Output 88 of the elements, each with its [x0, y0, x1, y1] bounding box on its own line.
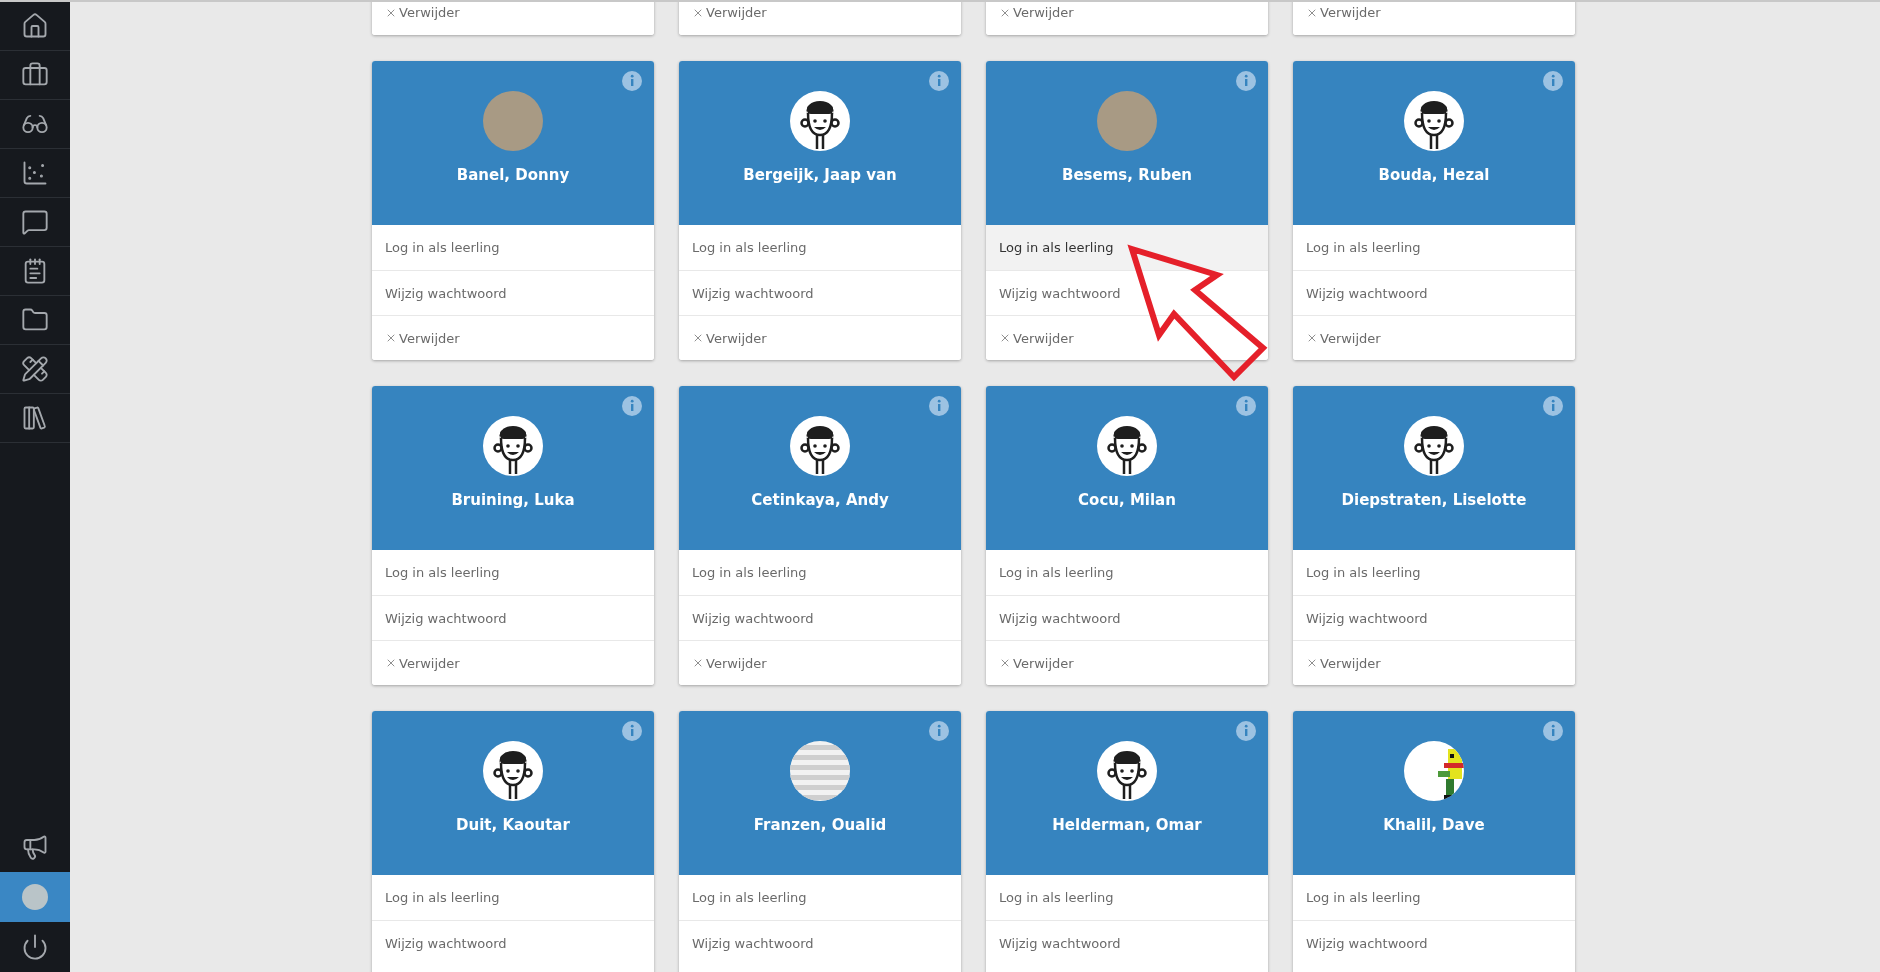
remove-link[interactable]: Verwijder: [1293, 315, 1575, 360]
info-icon[interactable]: [1236, 71, 1256, 91]
action-link[interactable]: Log in als leerling: [1293, 875, 1575, 920]
info-icon[interactable]: [1236, 396, 1256, 416]
action-link[interactable]: Wijzig wachtwoord: [986, 595, 1268, 640]
student-name: Bergeijk, Jaap van: [743, 166, 897, 184]
cartoon-avatar: [1097, 741, 1157, 801]
remove-link[interactable]: Verwijder: [372, 640, 654, 685]
close-icon: [999, 657, 1011, 669]
cartoon-avatar: [790, 91, 850, 151]
remove-link[interactable]: Verwijder: [679, 2, 961, 35]
info-icon[interactable]: [622, 396, 642, 416]
action-link[interactable]: Wijzig wachtwoord: [679, 595, 961, 640]
action-link[interactable]: Wijzig wachtwoord: [986, 920, 1268, 965]
close-icon: [692, 657, 704, 669]
action-link[interactable]: Log in als leerling: [372, 875, 654, 920]
info-icon[interactable]: [1236, 721, 1256, 741]
action-link[interactable]: Log in als leerling: [679, 550, 961, 595]
close-icon: [1306, 657, 1318, 669]
remove-link[interactable]: Verwijder: [372, 2, 654, 35]
cartoon-avatar: [790, 416, 850, 476]
action-link[interactable]: Wijzig wachtwoord: [986, 270, 1268, 315]
remove-link[interactable]: Verwijder: [1293, 640, 1575, 685]
megaphone-icon: [21, 833, 49, 861]
info-icon[interactable]: [622, 721, 642, 741]
action-link[interactable]: Log in als leerling: [986, 550, 1268, 595]
remove-link[interactable]: Verwijder: [986, 640, 1268, 685]
remove-link[interactable]: Verwijder: [986, 2, 1268, 35]
pencil-ruler-icon: [21, 355, 49, 383]
close-icon: [999, 332, 1011, 344]
action-link[interactable]: Wijzig wachtwoord: [679, 920, 961, 965]
remove-link[interactable]: Verwijder: [679, 315, 961, 360]
info-icon[interactable]: [929, 71, 949, 91]
scatter-chart-icon: [21, 159, 49, 187]
photo-placeholder: [1097, 91, 1157, 151]
cartoon-avatar: [483, 416, 543, 476]
student-name: Diepstraten, Liselotte: [1341, 491, 1527, 509]
student-name: Cetinkaya, Andy: [751, 491, 889, 509]
close-icon: [385, 332, 397, 344]
action-link[interactable]: Log in als leerling: [679, 875, 961, 920]
remove-link[interactable]: Verwijder: [679, 640, 961, 685]
action-link[interactable]: Log in als leerling: [1293, 550, 1575, 595]
striped-avatar: [790, 741, 850, 801]
action-link[interactable]: Log in als leerling: [1293, 225, 1575, 270]
action-link[interactable]: Wijzig wachtwoord: [1293, 595, 1575, 640]
photo-placeholder: [483, 91, 543, 151]
close-icon: [692, 332, 704, 344]
student-name: Helderman, Omar: [1052, 816, 1202, 834]
close-icon: [385, 657, 397, 669]
action-link[interactable]: Wijzig wachtwoord: [1293, 920, 1575, 965]
cartoon-avatar: [1404, 416, 1464, 476]
avatar-placeholder: [22, 884, 48, 910]
action-link[interactable]: Wijzig wachtwoord: [372, 920, 654, 965]
action-link[interactable]: Wijzig wachtwoord: [679, 270, 961, 315]
info-icon[interactable]: [1543, 396, 1563, 416]
close-icon: [1306, 332, 1318, 344]
cartoon-avatar: [483, 741, 543, 801]
student-name: Duit, Kaoutar: [456, 816, 570, 834]
student-name: Khalil, Dave: [1383, 816, 1485, 834]
action-link[interactable]: Wijzig wachtwoord: [372, 595, 654, 640]
cartoon-avatar: [1404, 91, 1464, 151]
remove-link[interactable]: Verwijder: [986, 315, 1268, 360]
info-icon[interactable]: [1543, 721, 1563, 741]
action-link[interactable]: Log in als leerling: [372, 550, 654, 595]
pixel-character-avatar: [1404, 741, 1464, 801]
student-name: Franzen, Oualid: [753, 816, 887, 834]
info-icon[interactable]: [1543, 71, 1563, 91]
student-name: Cocu, Milan: [1078, 491, 1176, 509]
info-icon[interactable]: [929, 396, 949, 416]
action-link[interactable]: Log in als leerling: [986, 225, 1268, 270]
speech-bubble-icon: [21, 208, 49, 236]
student-name: Bruining, Luka: [451, 491, 575, 509]
info-icon[interactable]: [929, 721, 949, 741]
books-icon: [21, 404, 49, 432]
action-link[interactable]: Wijzig wachtwoord: [372, 270, 654, 315]
student-name: Bouda, Hezal: [1378, 166, 1490, 184]
info-icon[interactable]: [622, 71, 642, 91]
remove-link[interactable]: Verwijder: [372, 315, 654, 360]
action-link[interactable]: Wijzig wachtwoord: [1293, 270, 1575, 315]
remove-link[interactable]: Verwijder: [1293, 2, 1575, 35]
student-name: Besems, Ruben: [1062, 166, 1192, 184]
action-link[interactable]: Log in als leerling: [986, 875, 1268, 920]
cartoon-avatar: [1097, 416, 1157, 476]
student-name: Banel, Donny: [456, 166, 570, 184]
home-icon: [21, 12, 49, 40]
power-icon: [21, 933, 49, 961]
action-link[interactable]: Log in als leerling: [372, 225, 654, 270]
action-link[interactable]: Log in als leerling: [679, 225, 961, 270]
